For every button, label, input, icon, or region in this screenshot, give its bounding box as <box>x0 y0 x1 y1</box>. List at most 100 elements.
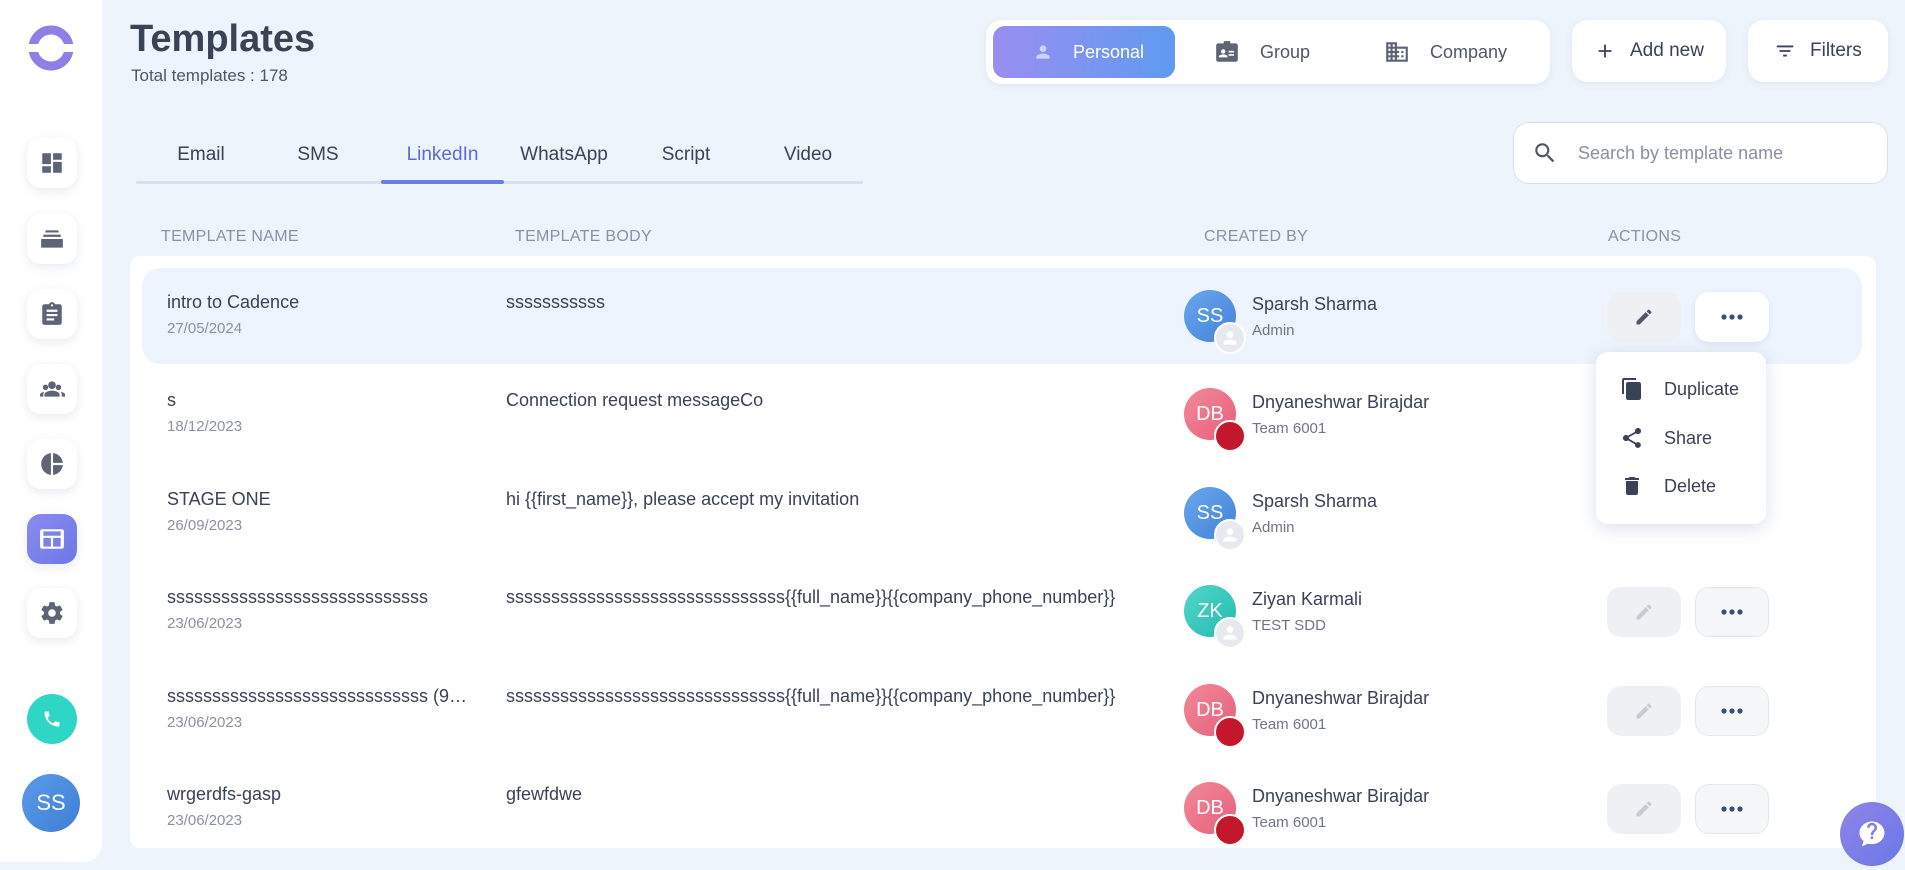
app-logo-icon[interactable] <box>27 24 75 72</box>
nav-cadences[interactable] <box>27 214 77 264</box>
more-dots-icon <box>1721 806 1743 812</box>
user-avatar[interactable]: SS <box>22 774 80 832</box>
edit-button[interactable] <box>1607 587 1681 637</box>
filters-button[interactable]: Filters <box>1748 20 1888 82</box>
template-body: sssssssssssssssssssssssssssssss{{full_na… <box>506 686 1116 706</box>
edit-button[interactable] <box>1607 292 1681 342</box>
pencil-icon <box>1636 604 1652 620</box>
team-logo-icon <box>1214 420 1246 452</box>
column-header-template-name: TEMPLATE NAME <box>161 228 299 245</box>
nav-dashboard[interactable] <box>27 138 77 188</box>
template-date: 23/06/2023 <box>167 615 243 632</box>
templates-table: intro to Cadence 27/05/2024 sssssssssss … <box>130 256 1876 848</box>
template-date: 26/09/2023 <box>167 517 243 534</box>
search-icon <box>1535 143 1555 163</box>
tab-email[interactable]: Email <box>136 144 266 184</box>
menu-item-share[interactable]: Share <box>1596 418 1766 458</box>
scope-personal-label: Personal <box>1073 41 1145 62</box>
template-type-tabs: Email SMS LinkedIn WhatsApp Script Video <box>136 136 863 184</box>
filters-label: Filters <box>1810 40 1862 61</box>
template-name[interactable]: sssssssssssssssssssssssssssss <box>167 587 477 608</box>
scope-group-button[interactable]: Group <box>1214 26 1354 78</box>
more-dots-icon <box>1721 314 1743 320</box>
team-logo-icon <box>1214 814 1246 846</box>
stack-icon <box>41 230 63 248</box>
more-actions-menu: Duplicate Share Delete <box>1596 352 1766 524</box>
template-body: hi {{first_name}}, please accept my invi… <box>506 489 860 509</box>
template-body: Connection request messageCo <box>506 390 764 410</box>
template-name[interactable]: wrgerdfs-gasp <box>167 784 477 805</box>
share-icon <box>1623 428 1641 448</box>
tab-sms[interactable]: SMS <box>258 144 378 184</box>
scope-personal-button[interactable]: Personal <box>993 26 1175 78</box>
plus-icon <box>1598 44 1612 58</box>
templates-icon <box>40 529 64 549</box>
template-name[interactable]: STAGE ONE <box>167 489 477 510</box>
id-card-icon <box>1216 41 1238 62</box>
table-row[interactable]: sssssssssssssssssssssssssssss 23/06/2023… <box>142 563 1862 659</box>
tab-whatsapp[interactable]: WhatsApp <box>504 144 624 184</box>
nav-templates[interactable] <box>27 514 77 564</box>
help-chat-icon <box>1859 821 1885 847</box>
creator-role: TEST SDD <box>1252 617 1326 634</box>
nav-people[interactable] <box>27 364 77 414</box>
dashboard-icon <box>42 153 62 173</box>
creator-role: Admin <box>1252 519 1295 536</box>
clipboard-icon <box>42 302 62 325</box>
group-avatar <box>1214 322 1246 354</box>
creator-name: Ziyan Karmali <box>1252 589 1363 609</box>
template-date: 27/05/2024 <box>167 320 243 337</box>
creator-name: Dnyaneshwar Birajdar <box>1252 688 1430 708</box>
more-actions-button[interactable] <box>1695 784 1769 834</box>
help-button[interactable] <box>1840 802 1904 866</box>
more-dots-icon <box>1721 609 1743 615</box>
template-name[interactable]: intro to Cadence <box>167 292 477 313</box>
more-actions-button[interactable] <box>1695 686 1769 736</box>
table-row[interactable]: intro to Cadence 27/05/2024 sssssssssss … <box>142 268 1862 364</box>
tab-video[interactable]: Video <box>748 144 868 184</box>
scope-company-button[interactable]: Company <box>1384 26 1544 78</box>
nav-tasks[interactable] <box>27 289 77 339</box>
template-date: 23/06/2023 <box>167 714 243 731</box>
menu-item-delete[interactable]: Delete <box>1596 466 1766 506</box>
nav-analytics[interactable] <box>27 439 77 489</box>
search-input[interactable] <box>1578 142 1858 164</box>
active-tab-indicator <box>381 180 504 184</box>
pencil-icon <box>1636 309 1652 325</box>
add-new-label: Add new <box>1630 40 1704 61</box>
menu-item-duplicate[interactable]: Duplicate <box>1596 369 1766 409</box>
edit-button[interactable] <box>1607 686 1681 736</box>
edit-button[interactable] <box>1607 784 1681 834</box>
copy-icon <box>1622 378 1641 400</box>
table-row[interactable]: sssssssssssssssssssssssssssss (900... 23… <box>142 662 1862 758</box>
table-row[interactable]: wrgerdfs-gasp 23/06/2023 gfewfdwe DB Dny… <box>142 760 1862 856</box>
add-new-button[interactable]: Add new <box>1572 20 1726 82</box>
more-actions-button[interactable] <box>1695 292 1769 342</box>
call-button[interactable] <box>27 694 77 744</box>
person-placeholder-icon <box>1223 626 1237 640</box>
template-name[interactable]: sssssssssssssssssssssssssssss (900... <box>167 686 477 707</box>
team-logo-icon <box>1214 716 1246 748</box>
template-date: 18/12/2023 <box>167 418 243 435</box>
search-box[interactable] <box>1513 122 1888 184</box>
creator-role: Team 6001 <box>1252 420 1327 437</box>
more-actions-button[interactable] <box>1695 587 1769 637</box>
pie-chart-icon <box>41 453 63 475</box>
more-dots-icon <box>1721 708 1743 714</box>
template-name[interactable]: s <box>167 390 477 411</box>
nav-settings[interactable] <box>27 588 77 638</box>
group-avatar <box>1214 617 1246 649</box>
column-header-created-by: CREATED BY <box>1204 228 1309 245</box>
creator-role: Team 6001 <box>1252 814 1327 831</box>
creator-name: Dnyaneshwar Birajdar <box>1252 786 1430 806</box>
gear-icon <box>41 602 63 624</box>
person-placeholder-icon <box>1223 331 1237 345</box>
building-icon <box>1386 42 1408 62</box>
scope-group-label: Group <box>1260 41 1311 62</box>
tab-script[interactable]: Script <box>626 144 746 184</box>
creator-name: Sparsh Sharma <box>1252 491 1378 511</box>
column-header-actions: ACTIONS <box>1608 228 1682 245</box>
filter-icon <box>1776 45 1794 57</box>
tab-linkedin[interactable]: LinkedIn <box>381 144 504 184</box>
menu-item-delete-label: Delete <box>1664 475 1717 496</box>
